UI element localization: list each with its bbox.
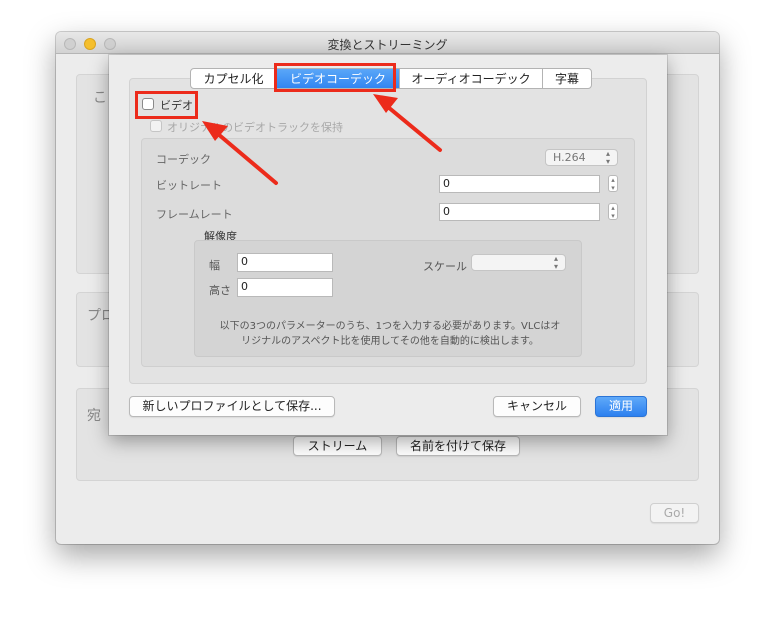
arrow-to-video-checkbox — [202, 121, 278, 185]
arrow-to-tab — [373, 94, 442, 152]
annotation-arrows — [202, 94, 442, 185]
